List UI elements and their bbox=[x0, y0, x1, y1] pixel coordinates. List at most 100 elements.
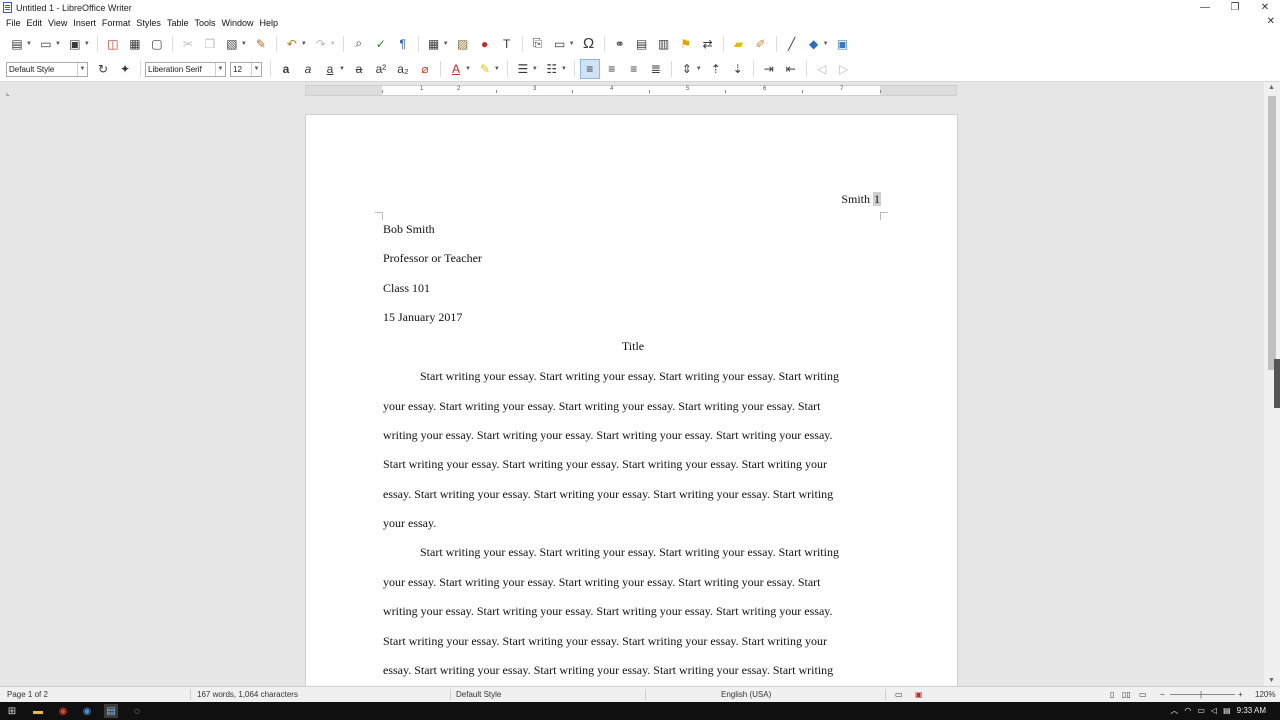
increase-paragraph-spacing-icon[interactable]: ⇡ bbox=[706, 59, 726, 79]
chrome-icon[interactable]: ◉ bbox=[56, 704, 70, 718]
single-page-view-icon[interactable]: ▯ bbox=[1110, 690, 1114, 699]
paste-icon[interactable]: ▧ bbox=[222, 34, 242, 54]
strikethrough-icon[interactable]: a bbox=[349, 59, 369, 79]
paste-dropdown-icon[interactable]: ▼ bbox=[241, 41, 247, 47]
footnote-icon[interactable]: ▤ bbox=[632, 34, 652, 54]
restore-button[interactable]: ❐ bbox=[1220, 0, 1250, 15]
page-count-status[interactable]: Page 1 of 2 bbox=[7, 690, 48, 699]
book-view-icon[interactable]: ▭ bbox=[1139, 690, 1147, 699]
underline-dropdown-icon[interactable]: ▼ bbox=[339, 66, 345, 72]
update-style-icon[interactable]: ↻ bbox=[93, 59, 113, 79]
clone-formatting-icon[interactable]: ✎ bbox=[251, 34, 271, 54]
network-icon[interactable]: ◠ bbox=[1184, 706, 1191, 715]
start-windows-icon[interactable]: ⊞ bbox=[5, 704, 19, 718]
redo-dropdown-icon[interactable]: ▼ bbox=[330, 41, 336, 47]
track-changes-icon[interactable]: ✐ bbox=[751, 34, 771, 54]
chevron-down-icon[interactable]: ▼ bbox=[77, 62, 87, 76]
undo-dropdown-icon[interactable]: ▼ bbox=[301, 41, 307, 47]
minimize-button[interactable]: — bbox=[1190, 0, 1220, 15]
menu-styles[interactable]: Styles bbox=[133, 18, 164, 28]
subscript-icon[interactable]: a₂ bbox=[393, 59, 413, 79]
writer-taskbar-icon[interactable]: ▤ bbox=[104, 704, 118, 718]
insert-field-icon[interactable]: ▭ bbox=[550, 34, 570, 54]
undo-icon[interactable]: ↶ bbox=[282, 34, 302, 54]
superscript-icon[interactable]: a² bbox=[371, 59, 391, 79]
chevron-down-icon[interactable]: ▼ bbox=[215, 62, 225, 76]
font-color-icon[interactable]: A bbox=[446, 59, 466, 79]
tab-stop-icon[interactable]: ⌞ bbox=[6, 88, 10, 97]
align-center-icon[interactable]: ≡ bbox=[602, 59, 622, 79]
increase-indent-icon[interactable]: ⇥ bbox=[759, 59, 779, 79]
justify-icon[interactable]: ≣ bbox=[646, 59, 666, 79]
menu-table[interactable]: Table bbox=[164, 18, 192, 28]
redo-icon[interactable]: ↷ bbox=[311, 34, 331, 54]
unordered-list-icon[interactable]: ☰ bbox=[513, 59, 533, 79]
volume-icon[interactable]: ◁ bbox=[1211, 706, 1217, 715]
export-pdf-icon[interactable]: ◫ bbox=[103, 34, 123, 54]
cut-icon[interactable]: ✂ bbox=[178, 34, 198, 54]
bold-icon[interactable]: a bbox=[276, 59, 296, 79]
insert-table-icon[interactable]: ▦ bbox=[424, 34, 444, 54]
menu-edit[interactable]: Edit bbox=[24, 18, 46, 28]
new-style-icon[interactable]: ✦ bbox=[115, 59, 135, 79]
sidebar-toggle-handle[interactable] bbox=[1274, 359, 1280, 408]
browser-icon[interactable]: ◉ bbox=[80, 704, 94, 718]
copy-icon[interactable]: ❐ bbox=[200, 34, 220, 54]
find-replace-icon[interactable]: ⌕ bbox=[349, 34, 369, 54]
line-spacing-icon[interactable]: ⇕ bbox=[677, 59, 697, 79]
zoom-level[interactable]: 120% bbox=[1255, 690, 1275, 699]
insert-line-icon[interactable]: ╱ bbox=[782, 34, 802, 54]
spelling-icon[interactable]: ✓ bbox=[371, 34, 391, 54]
open-dropdown-icon[interactable]: ▼ bbox=[55, 41, 61, 47]
font-color-dropdown-icon[interactable]: ▼ bbox=[465, 66, 471, 72]
font-name-combo[interactable]: Liberation Serif ▼ bbox=[145, 61, 226, 77]
scrollbar-thumb[interactable] bbox=[1268, 96, 1276, 370]
paragraph-direction-rtl-icon[interactable]: ▷ bbox=[834, 59, 854, 79]
multi-page-view-icon[interactable]: ▯▯ bbox=[1122, 690, 1131, 699]
new-dropdown-icon[interactable]: ▼ bbox=[26, 41, 32, 47]
shapes-dropdown-icon[interactable]: ▼ bbox=[823, 41, 829, 47]
scroll-up-icon[interactable]: ▲ bbox=[1268, 84, 1275, 91]
basic-shapes-icon[interactable]: ◆ bbox=[804, 34, 824, 54]
open-folder-icon[interactable]: ▭ bbox=[36, 34, 56, 54]
menu-insert[interactable]: Insert bbox=[70, 18, 99, 28]
menu-format[interactable]: Format bbox=[99, 18, 134, 28]
message-icon[interactable]: ▤ bbox=[1223, 706, 1231, 715]
horizontal-ruler[interactable]: 1 2 3 4 5 6 7 bbox=[305, 85, 957, 96]
menu-file[interactable]: File bbox=[3, 18, 24, 28]
page-style-status[interactable]: Default Style bbox=[456, 690, 501, 699]
underline-icon[interactable]: a bbox=[320, 59, 340, 79]
paragraph-direction-ltr-icon[interactable]: ◁ bbox=[812, 59, 832, 79]
line-spacing-dropdown-icon[interactable]: ▼ bbox=[696, 66, 702, 72]
clear-formatting-icon[interactable]: ⌀ bbox=[415, 59, 435, 79]
page-header[interactable]: Smith 1 bbox=[841, 192, 881, 207]
print-icon[interactable]: ▦ bbox=[125, 34, 145, 54]
decrease-indent-icon[interactable]: ⇤ bbox=[781, 59, 801, 79]
close-document-button[interactable]: ✕ bbox=[1267, 16, 1275, 27]
bullets-dropdown-icon[interactable]: ▼ bbox=[532, 66, 538, 72]
zoom-slider-thumb[interactable]: | bbox=[1200, 690, 1202, 699]
comment-icon[interactable]: ▰ bbox=[729, 34, 749, 54]
document-area[interactable]: Smith 1 Bob Smith Professor or Teacher C… bbox=[0, 104, 1264, 686]
battery-icon[interactable]: ▭ bbox=[1197, 706, 1205, 715]
menu-view[interactable]: View bbox=[45, 18, 70, 28]
special-character-icon[interactable]: Ω bbox=[579, 34, 599, 54]
selection-mode-icon[interactable]: ▭ bbox=[895, 690, 903, 699]
save-dropdown-icon[interactable]: ▼ bbox=[84, 41, 90, 47]
italic-icon[interactable]: a bbox=[298, 59, 318, 79]
highlight-color-icon[interactable]: ✎ bbox=[475, 59, 495, 79]
menu-tools[interactable]: Tools bbox=[191, 18, 218, 28]
paragraph-style-combo[interactable]: Default Style ▼ bbox=[6, 61, 88, 77]
draw-functions-icon[interactable]: ▣ bbox=[833, 34, 853, 54]
table-dropdown-icon[interactable]: ▼ bbox=[443, 41, 449, 47]
save-icon[interactable]: ▣ bbox=[65, 34, 85, 54]
clock[interactable]: 9:33 AM bbox=[1237, 706, 1266, 715]
font-size-combo[interactable]: 12 ▼ bbox=[230, 61, 262, 77]
new-document-icon[interactable]: ▤ bbox=[7, 34, 27, 54]
endnote-icon[interactable]: ▥ bbox=[654, 34, 674, 54]
bookmark-icon[interactable]: ⚑ bbox=[676, 34, 696, 54]
insert-image-icon[interactable]: ▨ bbox=[453, 34, 473, 54]
zoom-out-icon[interactable]: − bbox=[1160, 690, 1165, 699]
app-icon[interactable]: ◌ bbox=[130, 704, 144, 718]
menu-help[interactable]: Help bbox=[256, 18, 281, 28]
